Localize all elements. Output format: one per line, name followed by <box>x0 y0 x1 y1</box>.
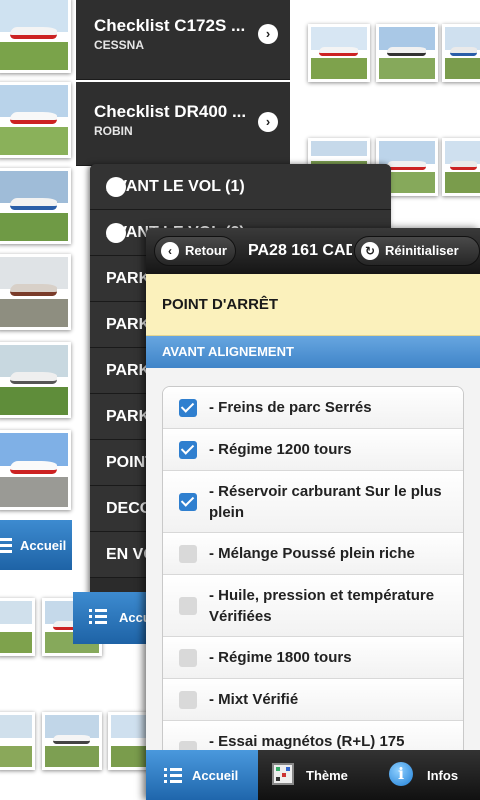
checklist-item-label: - Essai magnétos (R+L) 175 <box>209 733 405 750</box>
tab-infos[interactable]: i Infos <box>369 750 480 800</box>
checkbox-unchecked-icon[interactable] <box>179 649 197 667</box>
tab-infos-label: Infos <box>427 768 459 783</box>
airplane-thumbnail[interactable] <box>0 598 35 656</box>
tab-theme[interactable]: Thème <box>258 750 369 800</box>
group-title: AVANT ALIGNEMENT <box>162 344 294 359</box>
airplane-list-item-subtitle: ROBIN <box>94 124 133 138</box>
airplane-list-item-title: Checklist C172S ... <box>94 16 246 35</box>
header-bar: ‹ Retour PA28 161 CADET ↻ Réinitialiser <box>146 228 480 274</box>
checklist-item-label: - Freins de parc Serrés <box>209 399 372 416</box>
airplane-thumbnail[interactable] <box>0 0 71 73</box>
tab-accueil-label: Accueil <box>192 768 239 783</box>
checklist-screen: ‹ Retour PA28 161 CADET ↻ Réinitialiser … <box>146 228 480 800</box>
checklist-item[interactable]: - Régime 1800 tours <box>163 637 463 679</box>
checklist-item-label: - Mélange Poussé plein riche <box>209 545 415 562</box>
airplane-thumbnail[interactable] <box>0 82 71 158</box>
checklist-item[interactable]: - Réservoir carburant Sur le plus plein <box>163 471 463 533</box>
tab-accueil[interactable]: Accueil <box>146 750 258 800</box>
back-arrow-icon: ‹ <box>161 242 179 260</box>
airplane-list-item-subtitle: CESSNA <box>94 38 145 52</box>
section-list-item-label: AVANT LE VOL (1) <box>106 178 245 195</box>
chevron-right-icon: › <box>106 177 126 197</box>
checklist: - Freins de parc Serrés - Régime 1200 to… <box>162 386 464 764</box>
list-icon <box>89 606 109 626</box>
airplane-thumbnail[interactable] <box>442 138 480 196</box>
checklist-item[interactable]: - Mélange Poussé plein riche <box>163 533 463 575</box>
checkbox-unchecked-icon[interactable] <box>179 545 197 563</box>
back-button-label: Retour <box>185 243 227 258</box>
section-title-bar: POINT D'ARRÊT <box>146 274 480 336</box>
reset-icon: ↻ <box>361 242 379 260</box>
airplane-list-item-title: Checklist DR400 ... <box>94 102 247 121</box>
chevron-right-icon: › <box>258 24 278 44</box>
section-title: POINT D'ARRÊT <box>162 296 279 313</box>
accueil-tab-back[interactable]: Accueil <box>73 592 165 644</box>
checklist-item[interactable]: - Freins de parc Serrés <box>163 387 463 429</box>
checklist-item-label: - Régime 1200 tours <box>209 441 352 458</box>
airplane-thumbnail[interactable] <box>376 24 438 82</box>
group-header: AVANT ALIGNEMENT <box>146 336 480 368</box>
list-icon <box>164 765 184 785</box>
accueil-tab-back[interactable]: Accueil <box>0 520 72 570</box>
page-title: PA28 161 CADET <box>248 242 352 259</box>
checkbox-checked-icon[interactable] <box>179 493 197 511</box>
tab-theme-label: Thème <box>306 768 348 783</box>
reset-button[interactable]: ↻ Réinitialiser <box>354 236 480 266</box>
airplane-thumbnail[interactable] <box>442 24 480 82</box>
airplane-thumbnail[interactable] <box>0 168 71 244</box>
checkbox-unchecked-icon[interactable] <box>179 597 197 615</box>
checklist-item[interactable]: - Mixt Vérifié <box>163 679 463 721</box>
chevron-right-icon: › <box>106 223 126 243</box>
airplane-thumbnail[interactable] <box>0 712 35 770</box>
bottom-nav: Accueil Thème i Infos <box>146 750 480 800</box>
chevron-right-icon: › <box>258 112 278 132</box>
section-list-item[interactable]: AVANT LE VOL (1) › <box>90 164 391 210</box>
airplane-thumbnail[interactable] <box>42 712 102 770</box>
checkbox-checked-icon[interactable] <box>179 441 197 459</box>
checklist-item-label: - Réservoir carburant Sur le plus plein <box>209 483 442 521</box>
airplane-thumbnail[interactable] <box>0 430 71 510</box>
checklist-item[interactable]: - Huile, pression et température Vérifié… <box>163 575 463 637</box>
airplane-list-item[interactable]: Checklist C172S ... CESSNA › <box>76 0 290 80</box>
airplane-thumbnail[interactable] <box>0 342 71 418</box>
checklist-item-label: - Régime 1800 tours <box>209 649 352 666</box>
reset-button-label: Réinitialiser <box>385 243 459 258</box>
checklist-item-label: - Mixt Vérifié <box>209 691 299 708</box>
checkbox-unchecked-icon[interactable] <box>179 691 197 709</box>
accueil-label: Accueil <box>20 538 67 553</box>
checkbox-checked-icon[interactable] <box>179 399 197 417</box>
airplane-thumbnail[interactable] <box>308 24 370 82</box>
checklist-item-label: - Huile, pression et température Vérifié… <box>209 587 435 625</box>
list-icon <box>0 535 14 555</box>
airplane-list-item[interactable]: Checklist DR400 ... ROBIN › <box>76 82 290 166</box>
theme-grid-icon <box>272 763 294 785</box>
airplane-thumbnail[interactable] <box>0 254 71 330</box>
info-icon: i <box>389 762 413 786</box>
checklist-item[interactable]: - Régime 1200 tours <box>163 429 463 471</box>
back-button[interactable]: ‹ Retour <box>154 236 236 266</box>
